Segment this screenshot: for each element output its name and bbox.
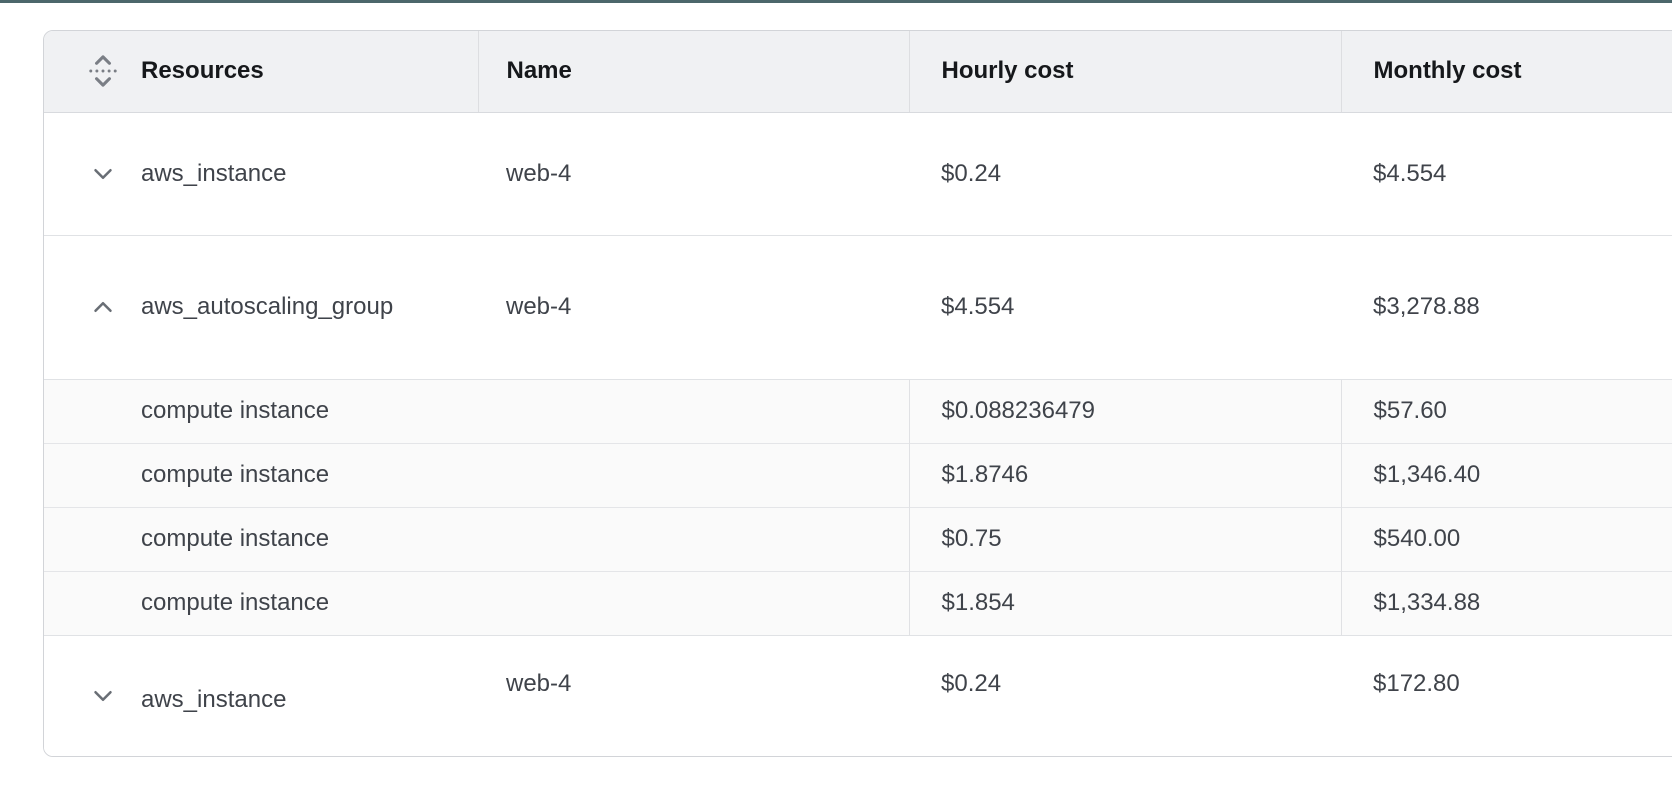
cost-estimation-table: Resources Name Hourly cost Monthly cost	[44, 31, 1672, 756]
component-row: compute instance $1.8746 $1,346.40	[44, 443, 1672, 507]
component-label: compute instance	[44, 379, 909, 443]
chevron-down-icon[interactable]	[88, 159, 118, 189]
component-label: compute instance	[44, 443, 909, 507]
column-header-hourly-cost: Hourly cost	[909, 31, 1341, 112]
hourly-cost: $1.854	[909, 571, 1341, 635]
monthly-cost: $540.00	[1341, 507, 1672, 571]
component-label: compute instance	[44, 571, 909, 635]
hourly-cost: $4.554	[909, 235, 1341, 379]
resource-name: web-4	[478, 112, 909, 235]
column-header-resources: Resources	[44, 31, 478, 112]
column-header-label: Resources	[141, 57, 264, 84]
resource-row: aws_instance web-4 $0.24 $4.554	[44, 112, 1672, 235]
resource-row: aws_instance web-4 $0.24 $172.80	[44, 635, 1672, 756]
hourly-cost: $0.24	[941, 670, 1001, 698]
monthly-cost: $3,278.88	[1341, 235, 1672, 379]
resource-type: aws_instance	[141, 160, 286, 187]
component-row: compute instance $1.854 $1,334.88	[44, 571, 1672, 635]
top-accent-bar	[0, 0, 1672, 3]
column-header-name: Name	[478, 31, 909, 112]
resource-type: aws_autoscaling_group	[141, 293, 393, 320]
component-label: compute instance	[44, 507, 909, 571]
hourly-cost: $0.75	[909, 507, 1341, 571]
hourly-cost: $0.24	[909, 112, 1341, 235]
column-header-label: Name	[507, 57, 572, 84]
column-header-label: Monthly cost	[1374, 57, 1522, 84]
table-header-row: Resources Name Hourly cost Monthly cost	[44, 31, 1672, 112]
hourly-cost: $0.088236479	[909, 379, 1341, 443]
monthly-cost: $1,346.40	[1341, 443, 1672, 507]
resource-name: web-4	[506, 670, 571, 698]
resource-type: aws_instance	[141, 686, 286, 714]
column-header-monthly-cost: Monthly cost	[1341, 31, 1672, 112]
monthly-cost: $172.80	[1373, 670, 1460, 698]
chevron-down-icon[interactable]	[88, 681, 118, 711]
resource-name: web-4	[478, 235, 909, 379]
component-row: compute instance $0.088236479 $57.60	[44, 379, 1672, 443]
chevron-up-icon[interactable]	[88, 292, 118, 322]
reorder-icon[interactable]	[86, 52, 120, 90]
monthly-cost: $57.60	[1341, 379, 1672, 443]
resource-row: aws_autoscaling_group web-4 $4.554 $3,27…	[44, 235, 1672, 379]
hourly-cost: $1.8746	[909, 443, 1341, 507]
cost-estimation-table-card: Resources Name Hourly cost Monthly cost	[43, 30, 1672, 757]
monthly-cost: $1,334.88	[1341, 571, 1672, 635]
component-row: compute instance $0.75 $540.00	[44, 507, 1672, 571]
column-header-label: Hourly cost	[942, 57, 1074, 84]
monthly-cost: $4.554	[1341, 112, 1672, 235]
